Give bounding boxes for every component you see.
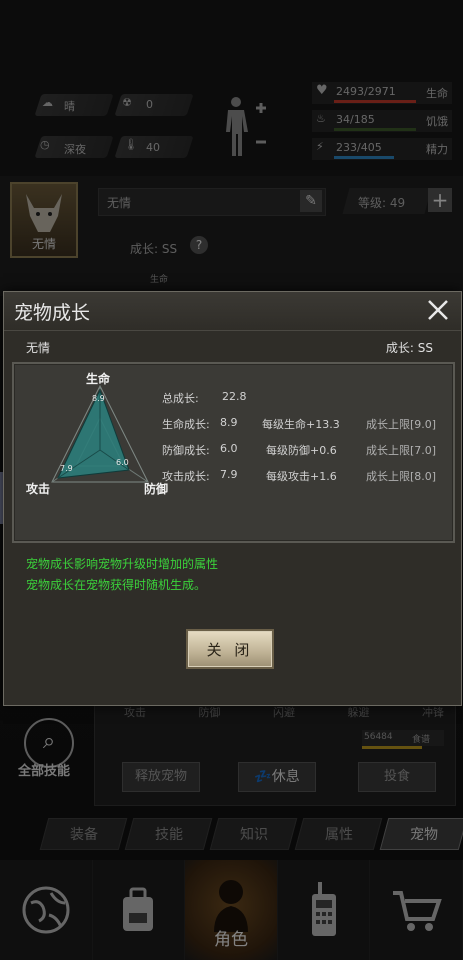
radar-defense-value: 6.0: [116, 458, 129, 467]
defense-growth-value: 6.0: [220, 442, 238, 455]
defense-per-level: 每级防御+0.6: [266, 444, 337, 457]
total-growth-value: 22.8: [222, 390, 247, 403]
defense-growth-label: 防御成长:: [162, 444, 210, 457]
pet-growth-dialog: 宠物成长 无情 成长: SS 生命 攻击 防御 8.9 7.9 6.0 总成长:…: [3, 291, 462, 706]
total-growth-label: 总成长:: [162, 392, 199, 405]
note-line-2: 宠物成长在宠物获得时随机生成。: [26, 578, 207, 592]
radar-attack-value: 7.9: [60, 464, 73, 473]
attack-growth-cap: 成长上限[8.0]: [366, 470, 437, 483]
life-growth-value: 8.9: [220, 416, 238, 429]
dialog-info-row: 无情 成长: SS: [4, 330, 461, 362]
dialog-header: 宠物成长: [4, 292, 461, 331]
radar-life-label: 生命: [86, 372, 111, 386]
life-per-level: 每级生命+13.3: [262, 418, 340, 431]
growth-stats-panel: 生命 攻击 防御 8.9 7.9 6.0 总成长: 22.8 生命成长: 8.9…: [12, 362, 455, 543]
note-line-1: 宠物成长影响宠物升级时增加的属性: [26, 557, 219, 571]
dialog-pet-name: 无情: [26, 341, 51, 355]
radar-life-value: 8.9: [92, 394, 105, 403]
dialog-title: 宠物成长: [14, 302, 91, 324]
life-growth-cap: 成长上限[9.0]: [366, 418, 437, 431]
defense-growth-cap: 成长上限[7.0]: [366, 444, 437, 457]
attack-per-level: 每级攻击+1.6: [266, 470, 337, 483]
close-button[interactable]: 关 闭: [186, 629, 274, 669]
dialog-growth-rank: 成长: SS: [385, 341, 433, 355]
close-icon[interactable]: [425, 297, 451, 323]
radar-attack-label: 攻击: [26, 482, 51, 496]
growth-notes: 宠物成长影响宠物升级时增加的属性 宠物成长在宠物获得时随机生成。: [26, 554, 446, 596]
life-growth-label: 生命成长:: [162, 418, 210, 431]
attack-growth-value: 7.9: [220, 468, 238, 481]
attack-growth-label: 攻击成长:: [162, 470, 210, 483]
